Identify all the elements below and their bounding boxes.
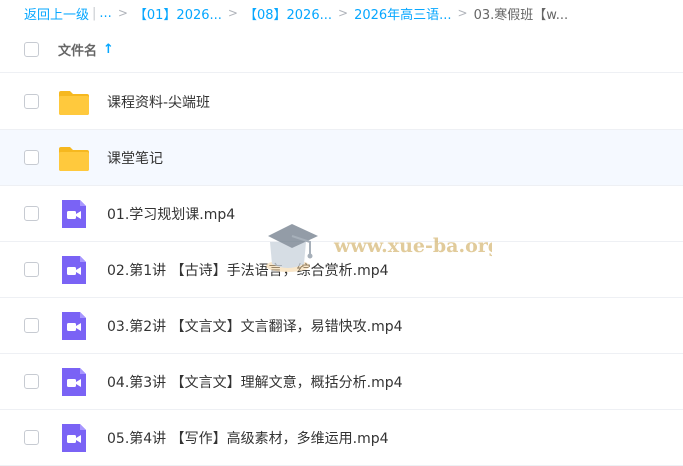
- row-checkbox[interactable]: [24, 318, 39, 333]
- file-list-header: 文件名 ↑: [0, 26, 683, 73]
- row-checkbox[interactable]: [24, 206, 39, 221]
- row-checkbox[interactable]: [24, 262, 39, 277]
- file-name[interactable]: 课堂笔记: [107, 148, 163, 168]
- arrow-up-icon[interactable]: ↑: [103, 42, 114, 57]
- folder-icon: [59, 146, 89, 171]
- breadcrumb-item-2[interactable]: 【08】2026...: [244, 4, 332, 23]
- file-row[interactable]: 04.第3讲 【文言文】理解文意，概括分析.mp4: [0, 354, 683, 410]
- breadcrumb-separator: >: [338, 6, 349, 20]
- file-row[interactable]: 03.第2讲 【文言文】文言翻译，易错快攻.mp4: [0, 298, 683, 354]
- select-all-checkbox[interactable]: [24, 42, 39, 57]
- file-name[interactable]: 01.学习规划课.mp4: [107, 204, 235, 224]
- back-link[interactable]: 返回上一级: [24, 4, 89, 23]
- breadcrumb-current: 03.寒假班【w...: [473, 7, 569, 23]
- watermark: www.xue-ba.org: [266, 224, 492, 272]
- column-filename-label: 文件名: [58, 43, 98, 59]
- row-checkbox[interactable]: [24, 374, 39, 389]
- file-row[interactable]: 05.第4讲 【写作】高级素材，多维运用.mp4: [0, 410, 683, 466]
- file-row[interactable]: 课堂笔记: [0, 130, 683, 186]
- video-file-icon: [62, 255, 86, 284]
- graduation-cap-icon: [266, 224, 318, 272]
- row-checkbox[interactable]: [24, 430, 39, 445]
- breadcrumb-ellipsis[interactable]: ...: [99, 6, 111, 21]
- breadcrumb-pipe: |: [92, 5, 97, 21]
- breadcrumb: 返回上一级 | ... > 【01】2026... > 【08】2026... …: [0, 0, 683, 26]
- video-file-icon: [62, 423, 86, 452]
- video-file-icon: [62, 311, 86, 340]
- folder-icon: [59, 90, 89, 115]
- breadcrumb-item-1[interactable]: 【01】2026...: [134, 4, 222, 23]
- file-name[interactable]: 05.第4讲 【写作】高级素材，多维运用.mp4: [107, 428, 389, 448]
- breadcrumb-separator: >: [227, 6, 238, 20]
- breadcrumb-separator: >: [117, 6, 128, 20]
- file-name[interactable]: 04.第3讲 【文言文】理解文意，概括分析.mp4: [107, 372, 403, 392]
- file-name[interactable]: 03.第2讲 【文言文】文言翻译，易错快攻.mp4: [107, 316, 403, 336]
- column-filename[interactable]: 文件名 ↑: [58, 40, 114, 59]
- breadcrumb-separator: >: [457, 6, 468, 20]
- breadcrumb-item-3[interactable]: 2026年高三语...: [354, 4, 451, 23]
- file-row[interactable]: 课程资料-尖端班: [0, 74, 683, 130]
- video-file-icon: [62, 199, 86, 228]
- row-checkbox[interactable]: [24, 94, 39, 109]
- watermark-text: www.xue-ba.org: [333, 235, 492, 257]
- row-checkbox[interactable]: [24, 150, 39, 165]
- file-name[interactable]: 课程资料-尖端班: [107, 92, 210, 112]
- video-file-icon: [62, 367, 86, 396]
